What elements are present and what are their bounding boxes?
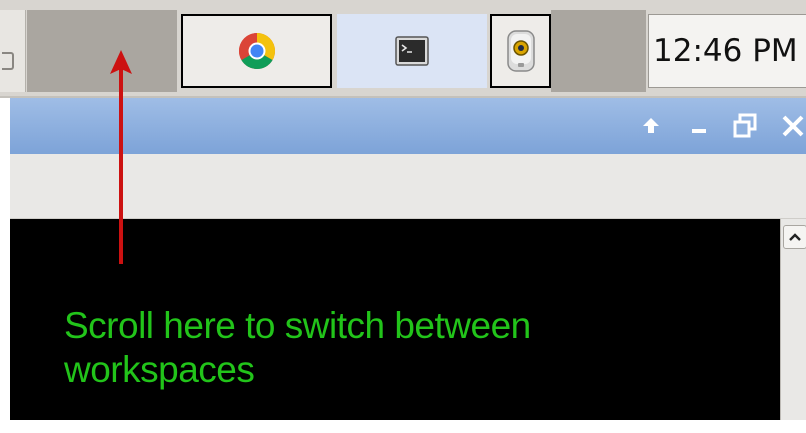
annotation-line-2: workspaces xyxy=(64,349,255,390)
annotation-text: Scroll here to switch between workspaces xyxy=(64,304,684,392)
annotation-line-1: Scroll here to switch between xyxy=(64,305,531,346)
